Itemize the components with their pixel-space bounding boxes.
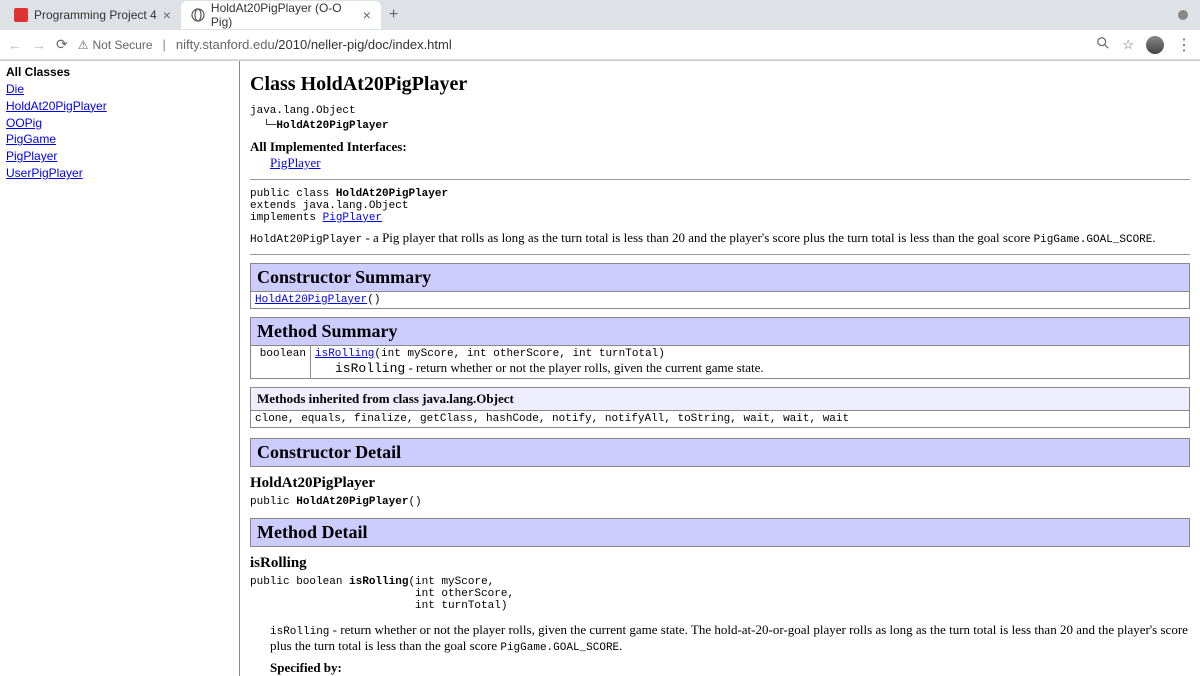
toolbar-icons: ☆ ⋮: [1096, 35, 1192, 55]
sidebar-link-oopig[interactable]: OOPig: [6, 115, 233, 132]
constructor-row: HoldAt20PigPlayer(): [251, 291, 1190, 308]
menu-icon[interactable]: ⋮: [1176, 35, 1192, 55]
method-link-isrolling[interactable]: isRolling: [315, 348, 374, 360]
search-icon[interactable]: [1096, 36, 1110, 53]
constructor-name: HoldAt20PigPlayer: [250, 475, 1190, 492]
forward-button[interactable]: →: [32, 37, 46, 53]
tab-title: HoldAt20PigPlayer (O-O Pig): [211, 1, 357, 29]
sidebar-link-holdat20[interactable]: HoldAt20PigPlayer: [6, 98, 233, 115]
method-name: isRolling: [250, 555, 1190, 572]
inherited-methods: clone, equals, finalize, getClass, hashC…: [251, 410, 1190, 427]
sidebar-frame: All Classes Die HoldAt20PigPlayer OOPig …: [0, 61, 240, 676]
close-icon[interactable]: ×: [363, 7, 371, 23]
method-return-type: boolean: [251, 345, 311, 378]
close-icon[interactable]: ×: [163, 7, 171, 23]
constructor-summary-header: Constructor Summary: [251, 263, 1190, 291]
method-body: isRolling - return whether or not the pl…: [270, 622, 1190, 676]
method-summary-table: Method Summary boolean isRolling(int myS…: [250, 317, 1190, 379]
divider: [250, 254, 1190, 255]
decl-link-pigplayer[interactable]: PigPlayer: [323, 212, 382, 224]
all-implemented: All Implemented Interfaces: PigPlayer: [250, 139, 1190, 171]
tab-inactive[interactable]: Programming Project 4 ×: [4, 1, 181, 29]
tab-favicon-icon: [14, 8, 28, 22]
tab-favicon-icon: [191, 8, 205, 22]
sidebar-heading: All Classes: [6, 65, 233, 79]
profile-avatar[interactable]: [1146, 36, 1164, 54]
browser-chrome: Programming Project 4 × HoldAt20PigPlaye…: [0, 0, 1200, 61]
url-separator: |: [163, 37, 166, 52]
inherited-methods-table: Methods inherited from class java.lang.O…: [250, 387, 1190, 428]
security-indicator[interactable]: ⚠ Not Secure: [78, 38, 153, 52]
warning-icon: ⚠: [78, 38, 89, 52]
back-button[interactable]: ←: [8, 37, 22, 53]
method-signature: public boolean isRolling(int myScore, in…: [250, 576, 1190, 612]
specified-by-label: Specified by:: [270, 660, 1190, 676]
tab-active[interactable]: HoldAt20PigPlayer (O-O Pig) ×: [181, 1, 381, 29]
class-description: HoldAt20PigPlayer - a Pig player that ro…: [250, 230, 1190, 246]
sidebar-link-piggame[interactable]: PigGame: [6, 131, 233, 148]
method-detail-header: Method Detail: [250, 518, 1190, 547]
constructor-link[interactable]: HoldAt20PigPlayer: [255, 294, 367, 306]
inheritance-tree: java.lang.Object └─HoldAt20PigPlayer: [250, 104, 1190, 135]
constructor-detail-header: Constructor Detail: [250, 438, 1190, 467]
new-tab-button[interactable]: +: [381, 6, 406, 24]
method-row: isRolling(int myScore, int otherScore, i…: [311, 345, 1190, 378]
sidebar-link-die[interactable]: Die: [6, 81, 233, 98]
inherited-header: Methods inherited from class java.lang.O…: [251, 387, 1190, 410]
sidebar-link-userpigplayer[interactable]: UserPigPlayer: [6, 165, 233, 182]
reload-button[interactable]: ⟳: [56, 36, 68, 53]
url-field[interactable]: nifty.stanford.edu/2010/neller-pig/doc/i…: [176, 37, 1086, 52]
window-control-icon[interactable]: [1178, 10, 1188, 20]
sidebar-link-pigplayer[interactable]: PigPlayer: [6, 148, 233, 165]
constructor-signature: public HoldAt20PigPlayer(): [250, 496, 1190, 508]
tab-bar: Programming Project 4 × HoldAt20PigPlaye…: [0, 0, 1200, 30]
main-frame: Class HoldAt20PigPlayer java.lang.Object…: [239, 61, 1200, 676]
method-summary-header: Method Summary: [251, 317, 1190, 345]
class-title: Class HoldAt20PigPlayer: [250, 73, 1190, 96]
tab-title: Programming Project 4: [34, 8, 157, 22]
impl-link-pigplayer[interactable]: PigPlayer: [270, 155, 321, 170]
address-bar: ← → ⟳ ⚠ Not Secure | nifty.stanford.edu/…: [0, 30, 1200, 60]
method-description: isRolling - return whether or not the pl…: [270, 622, 1190, 654]
divider: [250, 179, 1190, 180]
frameset: All Classes Die HoldAt20PigPlayer OOPig …: [0, 61, 1200, 676]
star-icon[interactable]: ☆: [1122, 37, 1134, 53]
class-declaration: public class HoldAt20PigPlayer extends j…: [250, 188, 1190, 224]
constructor-summary-table: Constructor Summary HoldAt20PigPlayer(): [250, 263, 1190, 309]
